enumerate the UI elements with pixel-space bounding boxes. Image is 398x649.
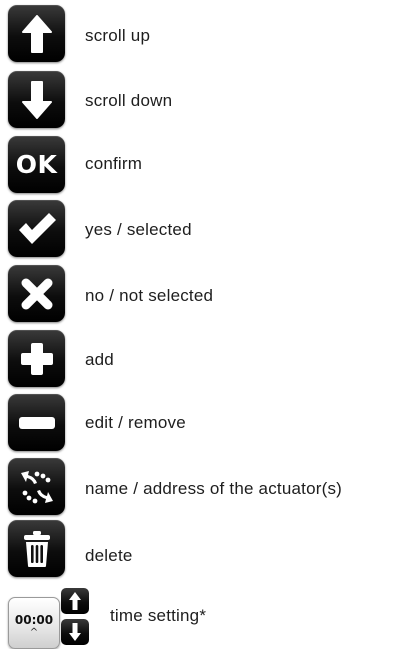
yes-selected-button[interactable] <box>8 200 65 257</box>
scroll-down-label: scroll down <box>85 91 173 110</box>
delete-label: delete <box>85 546 133 565</box>
scroll-down-button[interactable] <box>8 71 65 128</box>
legend-row-confirm: OK confirm <box>0 136 398 200</box>
actuator-button[interactable] <box>8 458 65 515</box>
legend-row-add: add <box>0 330 398 394</box>
time-display[interactable]: 00:00 ^ <box>8 597 60 649</box>
scroll-up-button[interactable] <box>8 5 65 62</box>
no-not-selected-button[interactable] <box>8 265 65 322</box>
time-up-button[interactable] <box>61 588 89 614</box>
time-caret-icon: ^ <box>29 627 39 638</box>
signal-dots-icon <box>20 470 53 503</box>
no-not-selected-label: no / not selected <box>85 286 214 305</box>
edit-remove-button[interactable] <box>8 394 65 451</box>
actuator-label: name / address of the actuator(s) <box>85 479 343 498</box>
legend-row-scroll-down: scroll down <box>0 71 398 135</box>
legend-row-delete: delete <box>0 520 398 584</box>
checkmark-icon <box>18 212 56 244</box>
scroll-up-label: scroll up <box>85 26 151 45</box>
ok-button[interactable]: OK <box>8 136 65 193</box>
legend-row-no-not-selected: no / not selected <box>0 265 398 329</box>
time-value: 00:00 <box>14 613 54 627</box>
edit-remove-label: edit / remove <box>85 413 186 432</box>
legend-row-yes-selected: yes / selected <box>0 200 398 264</box>
legend-row-edit-remove: edit / remove <box>0 394 398 458</box>
arrow-up-icon <box>69 592 81 610</box>
x-icon <box>21 278 52 309</box>
yes-selected-label: yes / selected <box>85 220 192 239</box>
time-down-button[interactable] <box>61 619 89 645</box>
add-button[interactable] <box>8 330 65 387</box>
legend-row-scroll-up: scroll up <box>0 5 398 69</box>
trash-icon <box>23 530 50 567</box>
plus-icon <box>20 342 53 375</box>
legend-row-actuator: name / address of the actuator(s) <box>0 458 398 522</box>
add-label: add <box>85 350 114 369</box>
arrow-up-icon <box>21 14 52 53</box>
ok-icon: OK <box>15 150 58 179</box>
confirm-label: confirm <box>85 154 143 173</box>
arrow-down-icon <box>69 623 81 641</box>
legend-row-time-setting: 00:00 ^ time setting* <box>0 582 398 649</box>
delete-button[interactable] <box>8 520 65 577</box>
time-setting-label: time setting* <box>110 606 207 625</box>
minus-icon <box>18 416 55 429</box>
arrow-down-icon <box>21 80 52 119</box>
